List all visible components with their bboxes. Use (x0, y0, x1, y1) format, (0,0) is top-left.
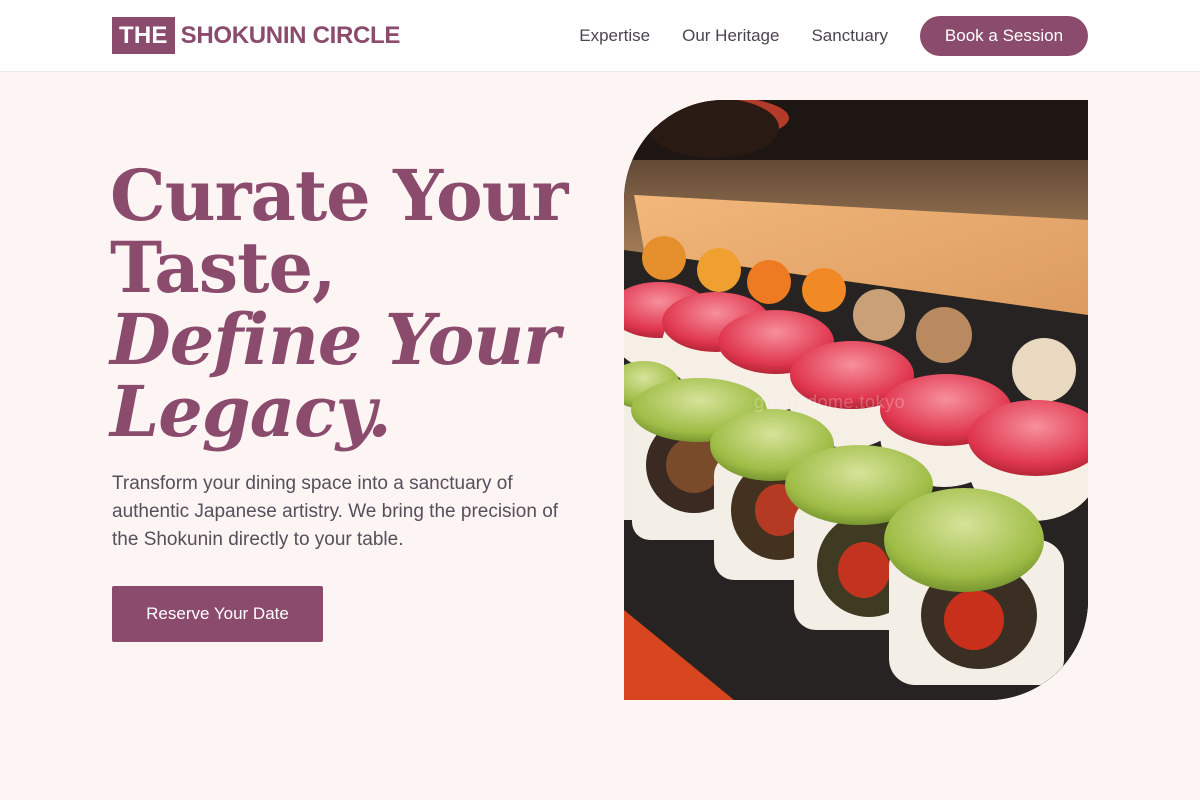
brand-logo[interactable]: THE SHOKUNIN CIRCLE (112, 17, 400, 54)
nav-link-expertise[interactable]: Expertise (579, 26, 650, 46)
image-watermark: gastrodome.tokyo (754, 392, 906, 412)
hero-title-line-1: Curate Your (110, 154, 568, 237)
hero-title-line-2: Taste, (110, 226, 336, 309)
brand-badge: THE (112, 17, 175, 54)
hero-title-italic-line-2: Legacy. (110, 370, 392, 453)
main-nav: Expertise Our Heritage Sanctuary Book a … (579, 16, 1088, 56)
site-header: THE SHOKUNIN CIRCLE Expertise Our Herita… (0, 0, 1200, 72)
hero-title: Curate Your Taste, Define Your Legacy. (110, 160, 590, 448)
hero-sushi-image: gastrodome.tokyo (624, 100, 1088, 700)
nav-link-our-heritage[interactable]: Our Heritage (682, 26, 779, 46)
nav-link-sanctuary[interactable]: Sanctuary (811, 26, 888, 46)
brand-name: SHOKUNIN CIRCLE (180, 21, 401, 49)
hero-title-italic-line-1: Define Your (110, 298, 560, 381)
hero-description: Transform your dining space into a sanct… (112, 473, 559, 550)
book-session-button[interactable]: Book a Session (920, 16, 1088, 56)
reserve-date-button[interactable]: Reserve Your Date (112, 586, 323, 642)
